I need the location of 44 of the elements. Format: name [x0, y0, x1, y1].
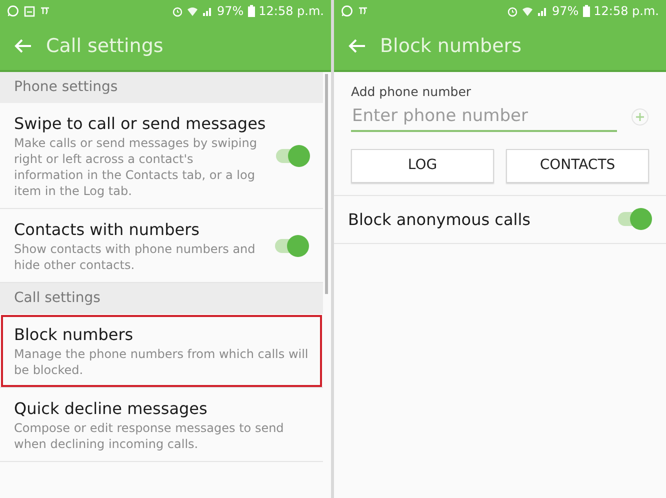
add-icon[interactable]	[631, 108, 649, 126]
item-title: Block numbers	[14, 324, 134, 346]
clock-time: 12:58 p.m.	[594, 3, 659, 20]
toggle-switch[interactable]	[616, 208, 652, 230]
settings-item[interactable]: Quick decline messages Compose or edit response messages to send when declining incoming calls.	[0, 388, 323, 462]
battery-icon	[248, 5, 255, 17]
item-title: Quick decline messages	[14, 398, 208, 420]
item-description: Show contacts with phone numbers and hide other contacts.	[14, 241, 256, 273]
chat-bubble-icon	[7, 5, 19, 17]
action-button[interactable]: LOG	[351, 148, 494, 183]
item-title: Block anonymous calls	[348, 208, 532, 231]
screen-title: Call settings	[46, 34, 164, 59]
toggle-switch[interactable]	[274, 144, 310, 166]
battery-percentage: 97%	[216, 3, 244, 20]
item-title: Contacts with numbers	[14, 219, 200, 241]
clock-time: 12:58 p.m.	[258, 3, 324, 20]
notification-glyph-icon	[358, 6, 368, 16]
alarm-icon	[172, 6, 183, 16]
phone-number-field[interactable]: Enter phone number	[351, 102, 617, 132]
settings-item[interactable]: Block anonymous calls	[334, 196, 666, 244]
image-icon	[24, 6, 35, 16]
notification-glyph-icon	[40, 6, 50, 16]
section-header: Phone settings	[0, 72, 323, 103]
item-title: Swipe to call or send messages	[14, 113, 266, 135]
item-description: Make calls or send messages by swiping right or left across a contact's information in the Contacts tab, or a log item in the Log tab.	[14, 135, 258, 199]
chat-bubble-icon	[341, 5, 353, 17]
battery-icon	[582, 5, 590, 17]
wifi-icon	[522, 6, 533, 16]
back-arrow-icon[interactable]	[14, 38, 32, 54]
settings-item[interactable]: Block numbers Manage the phone numbers from which calls will be blocked.	[0, 314, 323, 388]
alarm-icon	[506, 6, 518, 16]
item-description: Manage the phone numbers from which calls will be blocked.	[14, 346, 309, 378]
settings-item[interactable]: Swipe to call or send messages Make calls or send messages by swiping right or left across a contact's information in the Contacts tab, or a log item in the Log tab.	[0, 103, 323, 209]
item-description: Compose or edit response messages to send when declining incoming calls.	[14, 420, 285, 452]
battery-percentage: 97%	[552, 3, 579, 20]
action-button[interactable]: CONTACTS	[506, 148, 649, 183]
back-arrow-icon[interactable]	[348, 38, 366, 54]
signal-icon	[536, 6, 548, 16]
screen-title: Block numbers	[380, 34, 522, 59]
section-header: Call settings	[0, 283, 323, 314]
wifi-icon	[186, 6, 198, 16]
field-label: Add phone number	[351, 83, 472, 101]
toggle-switch[interactable]	[273, 234, 309, 256]
signal-icon	[202, 6, 213, 16]
